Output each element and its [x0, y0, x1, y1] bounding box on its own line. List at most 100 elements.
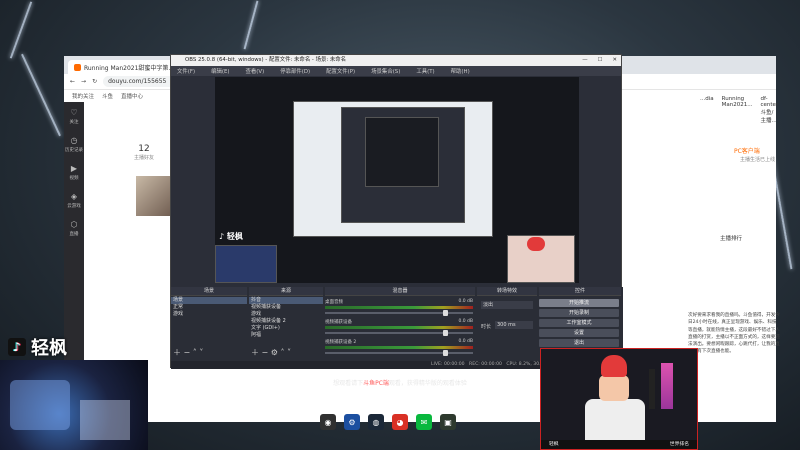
obs-preview-canvas[interactable]: ♪ 轻枫 [215, 77, 579, 283]
mixer-header: 混音器 [325, 287, 475, 296]
preview-logo: ♪ 轻枫 [219, 232, 243, 241]
bookmark-item[interactable]: 斗鱼 [102, 92, 113, 100]
chrome-icon[interactable]: ◕ [392, 414, 408, 430]
volume-meter [325, 346, 473, 349]
band-rank: 世界排名 [669, 442, 689, 447]
duration-label: 时长 [481, 324, 492, 330]
game-icon: ◈ [70, 191, 78, 201]
follower-count: 12 主播好友 [134, 144, 155, 161]
obs-window: OBS 25.0.8 (64-bit, windows) - 配置文件: 未命名… [170, 54, 623, 369]
reload-icon[interactable]: ↻ [92, 78, 97, 85]
sidebar-item-history[interactable]: ◷ 历史记录 [64, 130, 84, 158]
down-icon[interactable]: ˅ [199, 348, 203, 357]
studio-mode-button[interactable]: 工作室模式 [539, 319, 619, 327]
live-time: LIVE: 00:00:00 [431, 362, 465, 367]
volume-slider[interactable] [325, 330, 473, 336]
bookmark-item[interactable]: 我的关注 [72, 92, 94, 100]
volume-meter [325, 326, 473, 329]
history-icon: ◷ [70, 135, 78, 145]
remove-icon[interactable]: − [262, 348, 269, 357]
maximize-icon[interactable]: ☐ [598, 55, 603, 66]
start-streaming-button[interactable]: 开始推流 [539, 299, 619, 307]
steam-icon[interactable]: ◍ [368, 414, 384, 430]
settings-button[interactable]: 设置 [539, 329, 619, 337]
scene-item[interactable]: 正常 [171, 304, 247, 311]
transitions-header: 转场特效 [477, 287, 537, 296]
down-icon[interactable]: ˅ [287, 348, 291, 357]
heart-icon: ♡ [70, 107, 78, 117]
source-item[interactable]: 游戏 [249, 311, 323, 318]
red-hat [601, 355, 627, 377]
browser-tab-label[interactable]: ...dia [700, 96, 714, 124]
obs-icon[interactable]: ◉ [320, 414, 336, 430]
start-recording-button[interactable]: 开始录制 [539, 309, 619, 317]
obs-title: OBS 25.0.8 (64-bit, windows) - 配置文件: 未命名… [185, 57, 347, 63]
remove-icon[interactable]: − [184, 348, 191, 357]
channel-db: 0.0 dB [458, 339, 473, 344]
scene-item[interactable]: 游戏 [171, 311, 247, 318]
source-item[interactable]: 文字 (GDI+) [249, 325, 323, 332]
menu-docks[interactable]: 停靠部件(D) [280, 67, 310, 75]
browser-tab-label[interactable]: Running Man2021... [722, 96, 753, 124]
pc-client-link[interactable]: PC客户端 [734, 146, 760, 155]
webcam-left [0, 360, 148, 450]
gear-icon[interactable]: ⚙ [271, 348, 278, 357]
stream-description: 次好要来求看我的直播吗。斗鱼值得，开发今日24小时在线，真正呈现游戏、娱乐、科技… [688, 313, 780, 355]
up-icon[interactable]: ˄ [281, 348, 285, 357]
exit-button[interactable]: 退出 [539, 339, 619, 347]
sources-header: 来源 [249, 287, 323, 296]
taskbar: ◉ ⚙ ◍ ◕ ✉ ▣ [320, 414, 456, 430]
sidebar-item-video[interactable]: ▶ 视频 [64, 158, 84, 186]
wechat-icon[interactable]: ✉ [416, 414, 432, 430]
slider-knob[interactable] [443, 350, 448, 356]
slider-knob[interactable] [443, 310, 448, 316]
band-name: 轻枫 [549, 442, 559, 447]
scenes-list: 场景 正常 游戏 [171, 297, 247, 318]
settings-icon[interactable]: ⚙ [344, 414, 360, 430]
transition-select[interactable]: 淡出 [481, 301, 533, 309]
preview-webcam-right-hat [527, 237, 545, 251]
back-icon[interactable]: ← [70, 78, 75, 85]
forward-icon[interactable]: → [81, 78, 86, 85]
sources-list: 抖音 视频捕获设备 游戏 视频捕获设备 2 文字 (GDI+) 阿福 [249, 297, 323, 339]
sidebar-item-follow[interactable]: ♡ 关注 [64, 102, 84, 130]
volume-slider[interactable] [325, 310, 473, 316]
person-shirt [585, 399, 645, 441]
microphone-icon [649, 369, 655, 409]
menu-scene-collection[interactable]: 场景集合(S) [371, 67, 400, 75]
menu-tools[interactable]: 工具(T) [416, 67, 434, 75]
preview-nested-capture [365, 117, 439, 187]
stream-subtitle: 想观看请下斗鱼PC端观看，获得精华版的观看体验 [333, 380, 467, 387]
slider-knob[interactable] [443, 330, 448, 336]
mixer-channel: 视频捕获设备 0.0 dB [325, 319, 473, 336]
volume-slider[interactable] [325, 350, 473, 356]
minimize-icon[interactable]: — [582, 55, 587, 66]
game-icon[interactable]: ▣ [440, 414, 456, 430]
menu-profile[interactable]: 配置文件(P) [326, 67, 355, 75]
webcam-right: 轻枫 世界排名 [540, 348, 698, 450]
bookmark-item[interactable]: 直播中心 [121, 92, 143, 100]
menu-help[interactable]: 帮助(H) [451, 67, 470, 75]
browser-tab-label[interactable]: df-center 斗鱼/主播... [760, 96, 778, 124]
add-icon[interactable]: ＋ [173, 348, 181, 357]
menu-view[interactable]: 查看(V) [246, 67, 265, 75]
menu-file[interactable]: 文件(F) [177, 67, 195, 75]
menu-edit[interactable]: 编辑(E) [211, 67, 229, 75]
sidebar-item-cloud-game[interactable]: ◈ 云游戏 [64, 186, 84, 214]
channel-db: 0.0 dB [458, 299, 473, 304]
tab-title: Running Man2021甜蜜中字第... [84, 64, 175, 72]
sidebar-item-live[interactable]: ⬡ 直播 [64, 214, 84, 242]
source-item[interactable]: 视频捕获设备 2 [249, 318, 323, 325]
source-item[interactable]: 阿福 [249, 332, 323, 339]
obs-menu-bar: 文件(F) 编辑(E) 查看(V) 停靠部件(D) 配置文件(P) 场景集合(S… [171, 66, 621, 76]
close-icon[interactable]: ✕ [612, 55, 617, 66]
duration-input[interactable]: 300 ms [495, 321, 533, 329]
source-item[interactable]: 抖音 [249, 297, 323, 304]
source-item[interactable]: 视频捕获设备 [249, 304, 323, 311]
add-icon[interactable]: ＋ [251, 348, 259, 357]
stream-thumbnail[interactable] [136, 176, 174, 216]
up-icon[interactable]: ˄ [193, 348, 197, 357]
scene-item[interactable]: 场景 [171, 297, 247, 304]
douyu-favicon-icon [74, 63, 81, 71]
channel-name: 视频捕获设备 2 [325, 340, 357, 345]
